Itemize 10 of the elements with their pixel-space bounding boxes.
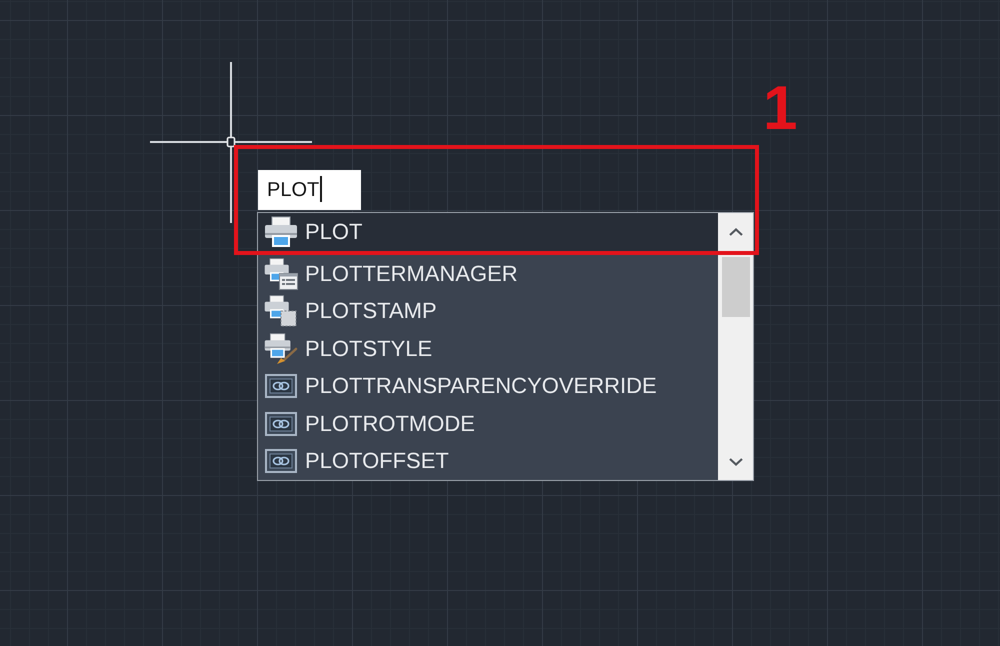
chevron-down-icon <box>728 458 742 466</box>
printer-brush-icon <box>264 332 298 365</box>
printer-stamp-icon <box>264 295 298 328</box>
scrollbar-thumb[interactable] <box>722 257 750 317</box>
suggestion-item[interactable]: PLOT <box>258 213 718 251</box>
command-input[interactable]: PLOT <box>258 170 361 210</box>
chevron-up-icon <box>728 228 742 236</box>
printer-icon <box>264 216 298 248</box>
printer-window-icon <box>264 258 298 290</box>
annotation-number: 1 <box>763 78 798 140</box>
